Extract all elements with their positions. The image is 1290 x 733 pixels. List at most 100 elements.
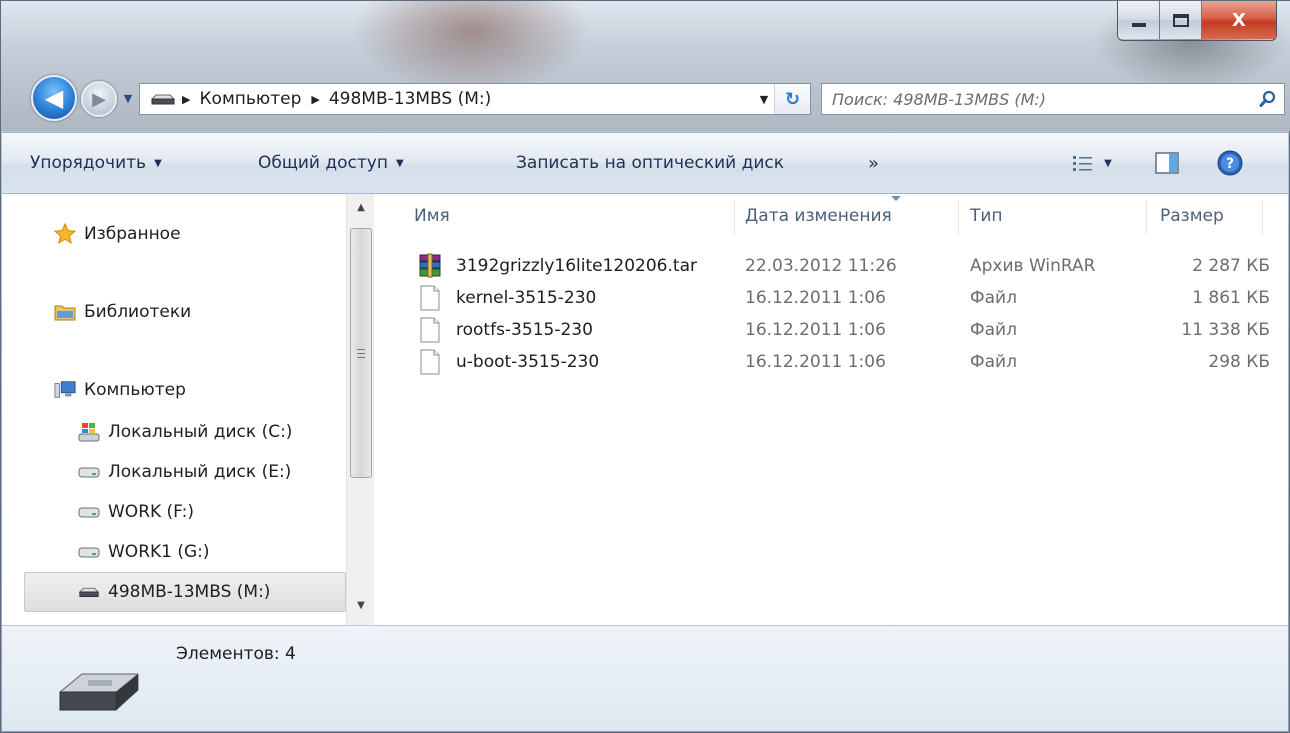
address-dropdown-button[interactable]: ▼	[754, 84, 774, 114]
hard-drive-icon	[78, 501, 100, 523]
navigation-scrollbar[interactable]: ▲ ▼	[346, 194, 374, 625]
maximize-icon	[1172, 13, 1189, 27]
winrar-archive-icon	[419, 253, 441, 278]
file-icon	[420, 285, 440, 311]
search-box[interactable]	[821, 83, 1285, 115]
minimize-icon	[1131, 23, 1146, 27]
windows-drive-icon	[78, 421, 100, 443]
file-date: 22.03.2012 11:26	[745, 256, 897, 276]
nav-item-favorites[interactable]: Избранное	[54, 216, 181, 252]
share-menu[interactable]: Общий доступ ▼	[258, 133, 404, 193]
sort-indicator-icon	[891, 196, 901, 201]
file-row[interactable]: rootfs-3515-230 16.12.2011 1:06 Файл 11 …	[374, 314, 1288, 346]
chevron-down-icon: ▼	[1104, 157, 1112, 169]
nav-item-label: WORK1 (G:)	[108, 542, 210, 562]
scroll-up-icon[interactable]: ▲	[347, 196, 375, 218]
nav-item-libraries[interactable]: Библиотеки	[54, 294, 191, 330]
file-list: Имя Дата изменения Тип Размер 3192grizzl…	[374, 194, 1288, 625]
removable-drive-icon	[78, 581, 100, 603]
organize-menu[interactable]: Упорядочить ▼	[30, 133, 162, 193]
file-row[interactable]: 3192grizzly16lite120206.tar 22.03.2012 1…	[374, 250, 1288, 282]
burn-to-disc-button[interactable]: Записать на оптический диск	[516, 133, 784, 193]
column-divider[interactable]	[1262, 200, 1263, 234]
nav-item-label: Компьютер	[84, 380, 186, 400]
navigation-bar: ◀ ▶ ▼ ▶ Компьютер ▶ 498MB-13MBS (M:) ▼ ↻	[1, 73, 1290, 123]
file-icon	[420, 349, 440, 375]
minimize-button[interactable]	[1118, 1, 1160, 39]
computer-icon	[54, 379, 76, 401]
maximize-button[interactable]	[1160, 1, 1202, 39]
breadcrumb-current-drive[interactable]: 498MB-13MBS (M:)	[329, 89, 491, 109]
column-divider[interactable]	[1146, 200, 1147, 234]
file-date: 16.12.2011 1:06	[745, 352, 886, 372]
navigation-pane: Избранное Библиотеки Компьютер Локальный…	[2, 194, 374, 625]
file-name: 3192grizzly16lite120206.tar	[456, 256, 697, 276]
nav-item-drive-c[interactable]: Локальный диск (C:)	[78, 414, 292, 450]
main-content: Избранное Библиотеки Компьютер Локальный…	[2, 194, 1288, 625]
nav-item-drive-f[interactable]: WORK (F:)	[78, 494, 194, 530]
file-type: Архив WinRAR	[970, 256, 1096, 276]
nav-item-computer[interactable]: Компьютер	[54, 372, 186, 408]
scroll-down-icon[interactable]: ▼	[347, 594, 375, 616]
help-button[interactable]: ?	[1210, 147, 1250, 179]
more-icon: »	[868, 152, 880, 174]
nav-item-label: 498MB-13MBS (M:)	[108, 582, 271, 602]
share-label: Общий доступ	[258, 153, 388, 173]
file-size: 1 861 КБ	[1192, 288, 1270, 308]
recent-pages-dropdown[interactable]: ▼	[120, 89, 136, 107]
search-icon[interactable]	[1252, 84, 1284, 114]
chevron-down-icon: ▼	[154, 157, 162, 169]
removable-drive-icon	[148, 84, 178, 114]
file-type: Файл	[970, 352, 1017, 372]
refresh-icon: ↻	[784, 88, 801, 110]
column-divider[interactable]	[958, 200, 959, 234]
preview-pane-icon	[1155, 152, 1179, 174]
details-view-icon	[1073, 156, 1093, 171]
nav-item-label: Библиотеки	[84, 302, 192, 322]
close-button[interactable]: X	[1202, 1, 1276, 39]
search-input[interactable]	[832, 85, 1252, 113]
address-bar[interactable]: ▶ Компьютер ▶ 498MB-13MBS (M:) ▼ ↻	[139, 83, 811, 115]
file-size: 2 287 КБ	[1192, 256, 1270, 276]
details-pane: Элементов: 4	[2, 625, 1288, 731]
command-bar: Упорядочить ▼ Общий доступ ▼ Записать на о…	[2, 132, 1288, 194]
forward-button[interactable]: ▶	[81, 81, 117, 117]
column-header-size[interactable]: Размер	[1160, 194, 1224, 238]
removable-drive-icon	[59, 673, 139, 711]
hard-drive-icon	[78, 461, 100, 483]
hard-drive-icon	[78, 541, 100, 563]
file-row[interactable]: kernel-3515-230 16.12.2011 1:06 Файл 1 8…	[374, 282, 1288, 314]
svg-text:?: ?	[1226, 156, 1234, 172]
nav-item-label: Избранное	[84, 224, 181, 244]
organize-label: Упорядочить	[30, 153, 147, 173]
nav-item-drive-m[interactable]: 498MB-13MBS (M:)	[78, 574, 270, 610]
more-commands-button[interactable]: »	[868, 133, 879, 193]
change-view-button[interactable]: ▼	[1062, 147, 1122, 179]
close-icon: X	[1232, 9, 1246, 31]
chevron-down-icon: ▼	[395, 157, 404, 169]
nav-item-label: WORK (F:)	[108, 502, 195, 522]
column-header-name[interactable]: Имя	[414, 194, 450, 238]
refresh-button[interactable]: ↻	[774, 84, 810, 114]
preview-pane-button[interactable]	[1147, 147, 1187, 179]
back-button[interactable]: ◀	[31, 75, 77, 121]
nav-item-label: Локальный диск (E:)	[108, 462, 292, 482]
file-row[interactable]: u-boot-3515-230 16.12.2011 1:06 Файл 298…	[374, 346, 1288, 378]
column-divider[interactable]	[734, 200, 735, 234]
grip-icon	[357, 348, 365, 358]
breadcrumb-separator-icon[interactable]: ▶	[311, 93, 319, 106]
breadcrumb-computer[interactable]: Компьютер	[199, 89, 301, 109]
file-size: 11 338 КБ	[1181, 320, 1270, 340]
scrollbar-thumb[interactable]	[350, 228, 372, 478]
breadcrumb-separator-icon[interactable]: ▶	[182, 93, 190, 106]
libraries-icon	[54, 301, 76, 323]
column-header-type[interactable]: Тип	[970, 194, 1003, 238]
file-icon	[420, 317, 440, 343]
file-name: u-boot-3515-230	[456, 352, 600, 372]
nav-item-drive-e[interactable]: Локальный диск (E:)	[78, 454, 291, 490]
nav-item-drive-g[interactable]: WORK1 (G:)	[78, 534, 210, 570]
burn-label: Записать на оптический диск	[516, 153, 785, 173]
column-header-date[interactable]: Дата изменения	[745, 194, 892, 238]
chevron-down-icon: ▼	[759, 92, 769, 106]
file-date: 16.12.2011 1:06	[745, 288, 886, 308]
